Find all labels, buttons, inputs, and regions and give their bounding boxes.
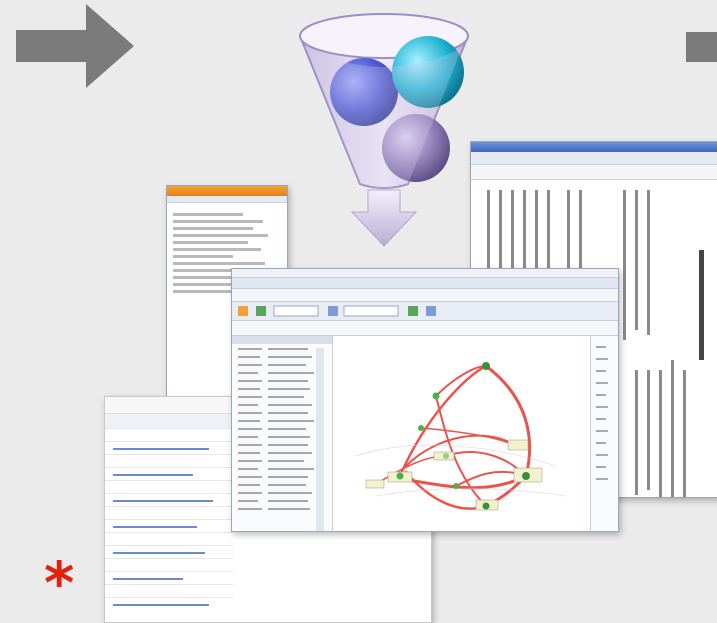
asterisk-icon: * bbox=[44, 549, 75, 617]
list-item bbox=[105, 585, 233, 598]
funnel-icon bbox=[298, 13, 470, 247]
list-item bbox=[105, 429, 233, 442]
window-toolbar bbox=[167, 196, 287, 203]
window-searchbar bbox=[232, 289, 618, 302]
network-graph bbox=[355, 362, 567, 511]
window-titlebar bbox=[471, 142, 717, 152]
list-item bbox=[105, 507, 233, 520]
right-arrow-icon-left bbox=[16, 4, 134, 88]
list-item bbox=[105, 559, 233, 572]
list-item bbox=[105, 481, 233, 494]
window-tabs bbox=[232, 278, 618, 289]
list-item bbox=[105, 533, 233, 546]
list-item bbox=[105, 414, 233, 429]
window-secondary-toolbar bbox=[232, 321, 618, 336]
result-list bbox=[105, 414, 233, 598]
window-toolbar bbox=[471, 152, 717, 165]
right-arrow-icon-right bbox=[686, 32, 717, 62]
window-titlebar bbox=[167, 186, 287, 196]
screenshot-window-network-graph bbox=[231, 268, 619, 532]
window-toolbar bbox=[232, 302, 618, 321]
window-addressbar bbox=[471, 165, 717, 180]
window-menubar bbox=[232, 269, 618, 278]
list-item bbox=[105, 455, 233, 468]
